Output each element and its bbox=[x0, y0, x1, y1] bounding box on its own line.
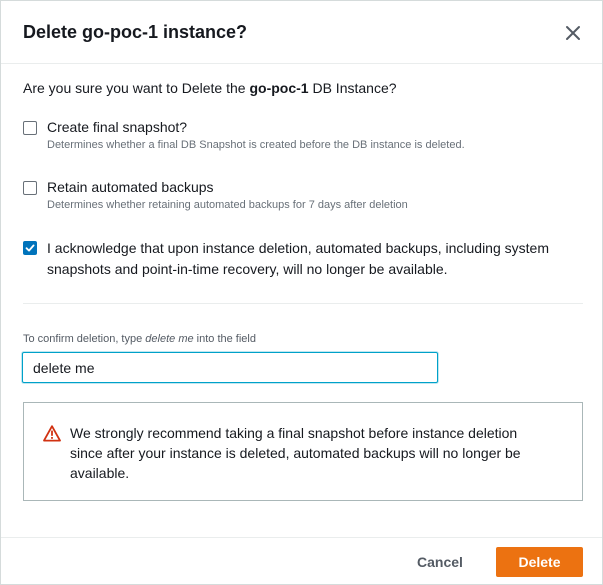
close-button[interactable] bbox=[561, 21, 585, 45]
confirm-label-suffix: into the field bbox=[193, 333, 256, 345]
checkmark-icon bbox=[25, 244, 35, 252]
acknowledge-checkbox[interactable] bbox=[23, 241, 37, 255]
delete-instance-dialog: Delete go-poc-1 instance? Are you sure y… bbox=[0, 0, 603, 585]
warning-text: We strongly recommend taking a final sna… bbox=[70, 425, 521, 481]
warning-triangle-icon bbox=[43, 425, 61, 442]
prompt-suffix: DB Instance? bbox=[308, 80, 397, 96]
dialog-header: Delete go-poc-1 instance? bbox=[1, 1, 602, 64]
instance-name: go-poc-1 bbox=[249, 80, 309, 96]
retain-backups-checkbox[interactable] bbox=[23, 181, 37, 195]
cancel-button[interactable]: Cancel bbox=[403, 547, 477, 577]
confirm-label: To confirm deletion, type delete me into… bbox=[23, 333, 256, 345]
prompt-prefix: Are you sure you want to Delete the bbox=[23, 80, 250, 96]
delete-button[interactable]: Delete bbox=[496, 547, 583, 577]
section-divider bbox=[23, 303, 583, 304]
confirm-label-prefix: To confirm deletion, type bbox=[23, 333, 146, 345]
confirm-delete-input[interactable] bbox=[22, 352, 438, 383]
retain-backups-label: Retain automated backups bbox=[47, 179, 214, 195]
final-snapshot-description: Determines whether a final DB Snapshot i… bbox=[47, 139, 465, 151]
final-snapshot-label: Create final snapshot? bbox=[47, 119, 188, 135]
acknowledge-label: I acknowledge that upon instance deletio… bbox=[47, 240, 549, 277]
delete-prompt: Are you sure you want to Delete the go-p… bbox=[23, 80, 397, 96]
final-snapshot-checkbox[interactable] bbox=[23, 121, 37, 135]
close-icon bbox=[566, 26, 580, 40]
confirm-phrase: delete me bbox=[145, 333, 194, 345]
dialog-title: Delete go-poc-1 instance? bbox=[23, 22, 248, 42]
retain-backups-description: Determines whether retaining automated b… bbox=[47, 199, 408, 211]
warning-alert: We strongly recommend taking a final sna… bbox=[23, 402, 583, 501]
